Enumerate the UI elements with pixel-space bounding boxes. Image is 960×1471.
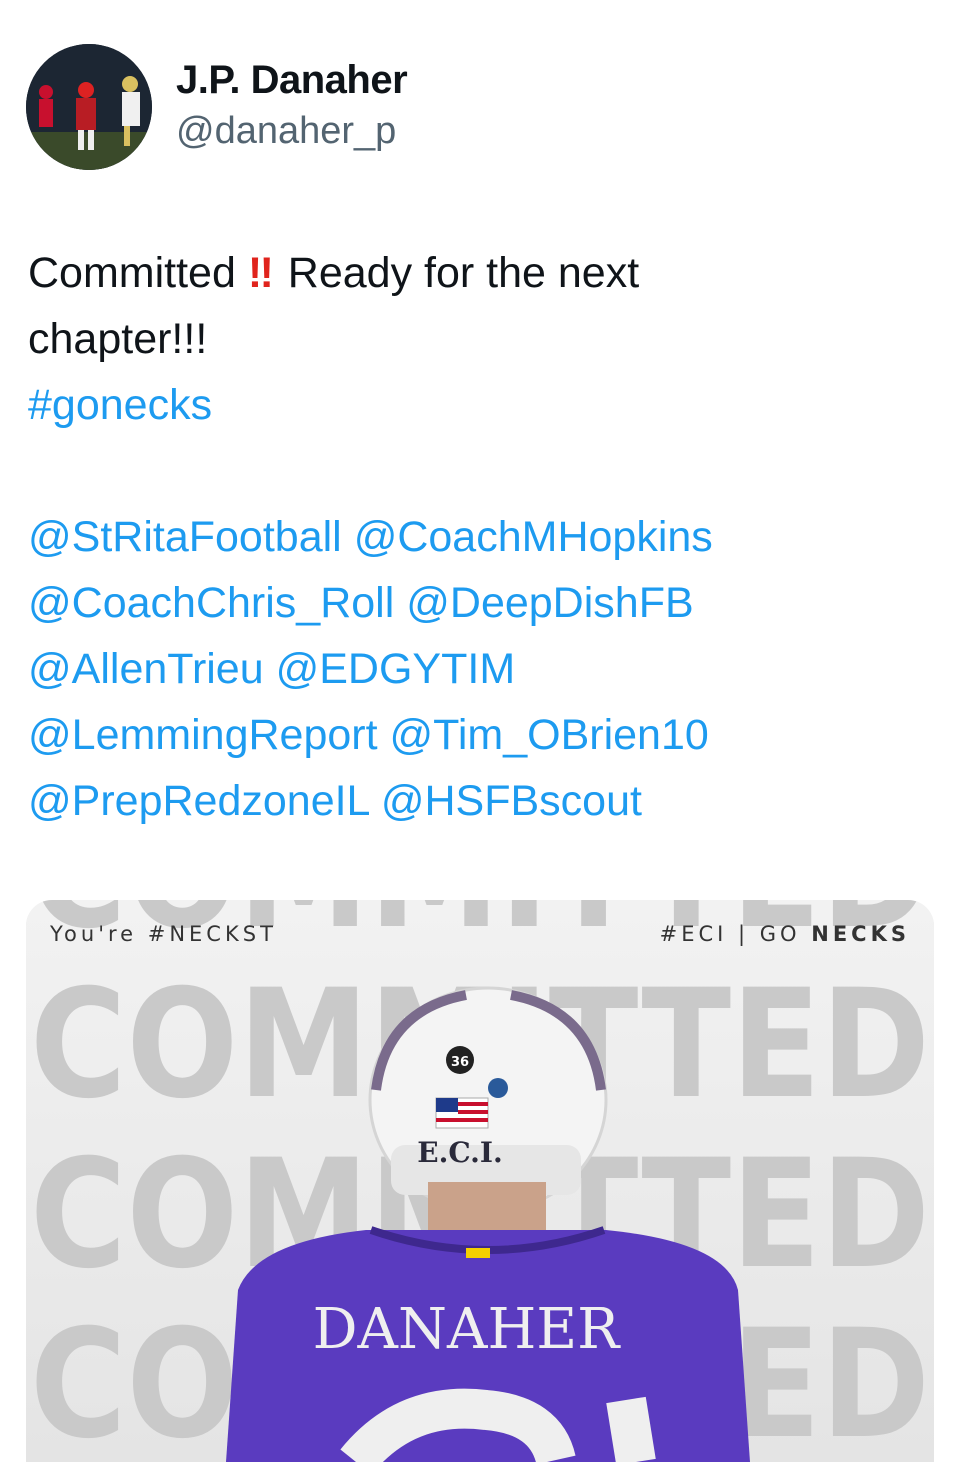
mention-link[interactable]: @Tim_OBrien10 (390, 711, 709, 759)
commitment-graphic: COMMITTED 36 E.C.I. DANAHER (26, 900, 934, 1462)
mention-link[interactable]: @HSFBscout (381, 777, 642, 825)
mention-row: @PrepRedzoneIL @HSFBscout (28, 768, 928, 834)
author-avatar[interactable] (26, 44, 152, 170)
mention-row: @StRitaFootball @CoachMHopkins (28, 504, 928, 570)
mention-row: @AllenTrieu @EDGYTIM (28, 636, 928, 702)
media-top-right-text: #ECI | GO NECKS (660, 922, 910, 946)
tweet-text-line2: chapter!!! (28, 315, 208, 363)
author-name[interactable]: J.P. Danaher (176, 58, 408, 103)
mention-link[interactable]: @PrepRedzoneIL (28, 777, 369, 825)
mention-link[interactable]: @EDGYTIM (276, 645, 516, 693)
helmet-text: E.C.I. (417, 1136, 502, 1169)
tweet-line-1: Committed ‼ Ready for the next (28, 240, 928, 306)
bottom-edge (0, 1462, 960, 1471)
media-top-left-text: You're #NECKST (50, 922, 277, 946)
mention-link[interactable]: @CoachChris_Roll (28, 579, 394, 627)
tweet-text: Committed ‼ Ready for the next chapter!!… (28, 240, 928, 834)
mention-link[interactable]: @DeepDishFB (406, 579, 693, 627)
mention-link[interactable]: @StRitaFootball (28, 513, 342, 561)
mention-row: @LemmingReport @Tim_OBrien10 (28, 702, 928, 768)
mention-row: @CoachChris_Roll @DeepDishFB (28, 570, 928, 636)
author-handle[interactable]: @danaher_p (176, 110, 396, 153)
tweet-text-part1: Committed (28, 249, 236, 297)
jersey-name: DANAHER (313, 1297, 621, 1362)
mention-link[interactable]: @CoachMHopkins (354, 513, 713, 561)
mention-link[interactable]: @AllenTrieu (28, 645, 264, 693)
tweet-text-part2: Ready for the next (287, 249, 640, 297)
helmet-sticker: 36 (451, 1055, 469, 1070)
media-top-right-bold: NECKS (811, 922, 910, 946)
tweet-media-image[interactable]: COMMITTED 36 E.C.I. DANAHER You're #NECK… (26, 900, 934, 1462)
media-top-right-prefix: #ECI | GO (659, 922, 812, 946)
mention-link[interactable]: @LemmingReport (28, 711, 378, 759)
hashtag-link[interactable]: #gonecks (28, 372, 928, 438)
double-exclamation-emoji: ‼ (247, 249, 276, 297)
